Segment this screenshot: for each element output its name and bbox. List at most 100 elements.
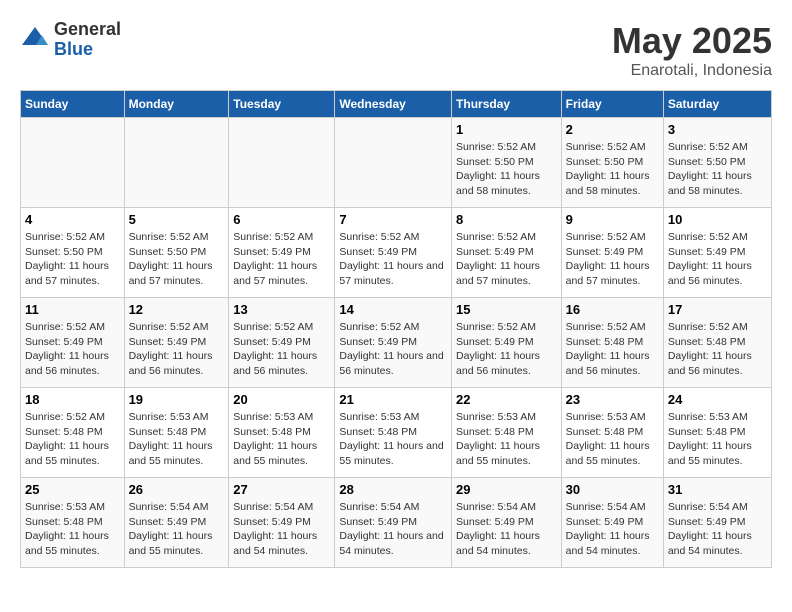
column-header-wednesday: Wednesday: [335, 91, 452, 118]
week-row-3: 11 Sunrise: 5:52 AM Sunset: 5:49 PM Dayli…: [21, 298, 772, 388]
day-cell: 26 Sunrise: 5:54 AM Sunset: 5:49 PM Dayli…: [124, 478, 229, 568]
day-cell: [229, 118, 335, 208]
day-number: 24: [668, 392, 767, 407]
week-row-2: 4 Sunrise: 5:52 AM Sunset: 5:50 PM Daylig…: [21, 208, 772, 298]
day-info: Sunrise: 5:52 AM Sunset: 5:49 PM Dayligh…: [668, 230, 767, 289]
day-number: 15: [456, 302, 557, 317]
day-number: 23: [566, 392, 659, 407]
day-cell: 13Sunrise: 5:52 AM Sunset: 5:49 PM Dayli…: [229, 298, 335, 388]
calendar-table: SundayMondayTuesdayWednesdayThursdayFrid…: [20, 90, 772, 568]
day-cell: 7 Sunrise: 5:52 AM Sunset: 5:49 PM Daylig…: [335, 208, 452, 298]
day-cell: 25Sunrise: 5:53 AM Sunset: 5:48 PM Dayli…: [21, 478, 125, 568]
day-info: Sunrise: 5:54 AM Sunset: 5:49 PM Dayligh…: [129, 500, 225, 559]
day-cell: 24Sunrise: 5:53 AM Sunset: 5:48 PM Dayli…: [663, 388, 771, 478]
day-number: 18: [25, 392, 120, 407]
day-number: 1: [456, 122, 557, 137]
day-info: Sunrise: 5:52 AM Sunset: 5:48 PM Dayligh…: [668, 320, 767, 379]
day-number: 2: [566, 122, 659, 137]
subtitle: Enarotali, Indonesia: [612, 62, 772, 80]
day-cell: 28Sunrise: 5:54 AM Sunset: 5:49 PM Dayli…: [335, 478, 452, 568]
day-cell: 12Sunrise: 5:52 AM Sunset: 5:49 PM Dayli…: [124, 298, 229, 388]
day-cell: 29Sunrise: 5:54 AM Sunset: 5:49 PM Dayli…: [452, 478, 562, 568]
day-number: 6: [233, 212, 330, 227]
day-info: Sunrise: 5:52 AM Sunset: 5:49 PM Dayligh…: [129, 320, 225, 379]
day-number: 14: [339, 302, 447, 317]
column-header-thursday: Thursday: [452, 91, 562, 118]
day-number: 17: [668, 302, 767, 317]
day-number: 30: [566, 482, 659, 497]
day-number: 9: [566, 212, 659, 227]
day-number: 3: [668, 122, 767, 137]
day-cell: 2 Sunrise: 5:52 AM Sunset: 5:50 PM Daylig…: [561, 118, 663, 208]
day-cell: 5 Sunrise: 5:52 AM Sunset: 5:50 PM Daylig…: [124, 208, 229, 298]
day-info: Sunrise: 5:52 AM Sunset: 5:49 PM Dayligh…: [339, 230, 447, 289]
day-cell: 3 Sunrise: 5:52 AM Sunset: 5:50 PM Daylig…: [663, 118, 771, 208]
calendar-header: SundayMondayTuesdayWednesdayThursdayFrid…: [21, 91, 772, 118]
day-info: Sunrise: 5:53 AM Sunset: 5:48 PM Dayligh…: [566, 410, 659, 469]
main-title: May 2025: [612, 20, 772, 62]
day-info: Sunrise: 5:54 AM Sunset: 5:49 PM Dayligh…: [233, 500, 330, 559]
logo-icon: [20, 25, 50, 55]
day-number: 11: [25, 302, 120, 317]
day-info: Sunrise: 5:52 AM Sunset: 5:50 PM Dayligh…: [566, 140, 659, 199]
day-number: 10: [668, 212, 767, 227]
day-number: 16: [566, 302, 659, 317]
day-cell: 30 Sunrise: 5:54 AM Sunset: 5:49 PM Dayli…: [561, 478, 663, 568]
day-number: 7: [339, 212, 447, 227]
day-cell: 8Sunrise: 5:52 AM Sunset: 5:49 PM Daylig…: [452, 208, 562, 298]
day-info: Sunrise: 5:54 AM Sunset: 5:49 PM Dayligh…: [566, 500, 659, 559]
day-number: 19: [129, 392, 225, 407]
day-cell: 19 Sunrise: 5:53 AM Sunset: 5:48 PM Dayli…: [124, 388, 229, 478]
day-cell: 14 Sunrise: 5:52 AM Sunset: 5:49 PM Dayli…: [335, 298, 452, 388]
day-info: Sunrise: 5:52 AM Sunset: 5:49 PM Dayligh…: [339, 320, 447, 379]
day-cell: 20Sunrise: 5:53 AM Sunset: 5:48 PM Dayli…: [229, 388, 335, 478]
day-info: Sunrise: 5:52 AM Sunset: 5:48 PM Dayligh…: [25, 410, 120, 469]
day-info: Sunrise: 5:52 AM Sunset: 5:50 PM Dayligh…: [25, 230, 120, 289]
page-header: General Blue May 2025 Enarotali, Indones…: [20, 20, 772, 80]
column-header-tuesday: Tuesday: [229, 91, 335, 118]
week-row-4: 18 Sunrise: 5:52 AM Sunset: 5:48 PM Dayli…: [21, 388, 772, 478]
day-cell: 27Sunrise: 5:54 AM Sunset: 5:49 PM Dayli…: [229, 478, 335, 568]
day-cell: 31 Sunrise: 5:54 AM Sunset: 5:49 PM Dayli…: [663, 478, 771, 568]
day-cell: 15 Sunrise: 5:52 AM Sunset: 5:49 PM Dayli…: [452, 298, 562, 388]
week-row-1: 1 Sunrise: 5:52 AM Sunset: 5:50 PM Daylig…: [21, 118, 772, 208]
day-number: 26: [129, 482, 225, 497]
day-cell: 9 Sunrise: 5:52 AM Sunset: 5:49 PM Daylig…: [561, 208, 663, 298]
day-info: Sunrise: 5:53 AM Sunset: 5:48 PM Dayligh…: [129, 410, 225, 469]
day-cell: 23 Sunrise: 5:53 AM Sunset: 5:48 PM Dayli…: [561, 388, 663, 478]
day-info: Sunrise: 5:52 AM Sunset: 5:49 PM Dayligh…: [456, 230, 557, 289]
day-info: Sunrise: 5:52 AM Sunset: 5:50 PM Dayligh…: [668, 140, 767, 199]
calendar-body: 1 Sunrise: 5:52 AM Sunset: 5:50 PM Daylig…: [21, 118, 772, 568]
day-number: 22: [456, 392, 557, 407]
day-number: 31: [668, 482, 767, 497]
day-cell: 22 Sunrise: 5:53 AM Sunset: 5:48 PM Dayli…: [452, 388, 562, 478]
day-number: 29: [456, 482, 557, 497]
day-cell: 11 Sunrise: 5:52 AM Sunset: 5:49 PM Dayli…: [21, 298, 125, 388]
day-info: Sunrise: 5:52 AM Sunset: 5:50 PM Dayligh…: [129, 230, 225, 289]
day-info: Sunrise: 5:52 AM Sunset: 5:49 PM Dayligh…: [566, 230, 659, 289]
day-cell: 17 Sunrise: 5:52 AM Sunset: 5:48 PM Dayli…: [663, 298, 771, 388]
day-cell: [335, 118, 452, 208]
day-number: 20: [233, 392, 330, 407]
day-info: Sunrise: 5:52 AM Sunset: 5:49 PM Dayligh…: [456, 320, 557, 379]
logo: General Blue: [20, 20, 121, 60]
day-info: Sunrise: 5:52 AM Sunset: 5:49 PM Dayligh…: [25, 320, 120, 379]
day-number: 4: [25, 212, 120, 227]
column-header-sunday: Sunday: [21, 91, 125, 118]
day-info: Sunrise: 5:52 AM Sunset: 5:50 PM Dayligh…: [456, 140, 557, 199]
day-cell: 21Sunrise: 5:53 AM Sunset: 5:48 PM Dayli…: [335, 388, 452, 478]
day-info: Sunrise: 5:52 AM Sunset: 5:49 PM Dayligh…: [233, 320, 330, 379]
day-number: 28: [339, 482, 447, 497]
column-header-saturday: Saturday: [663, 91, 771, 118]
day-number: 25: [25, 482, 120, 497]
column-header-monday: Monday: [124, 91, 229, 118]
day-cell: 1 Sunrise: 5:52 AM Sunset: 5:50 PM Daylig…: [452, 118, 562, 208]
day-info: Sunrise: 5:53 AM Sunset: 5:48 PM Dayligh…: [339, 410, 447, 469]
day-info: Sunrise: 5:54 AM Sunset: 5:49 PM Dayligh…: [668, 500, 767, 559]
day-number: 5: [129, 212, 225, 227]
title-block: May 2025 Enarotali, Indonesia: [612, 20, 772, 80]
day-cell: 10 Sunrise: 5:52 AM Sunset: 5:49 PM Dayli…: [663, 208, 771, 298]
day-cell: 6Sunrise: 5:52 AM Sunset: 5:49 PM Daylig…: [229, 208, 335, 298]
day-info: Sunrise: 5:53 AM Sunset: 5:48 PM Dayligh…: [456, 410, 557, 469]
column-header-friday: Friday: [561, 91, 663, 118]
